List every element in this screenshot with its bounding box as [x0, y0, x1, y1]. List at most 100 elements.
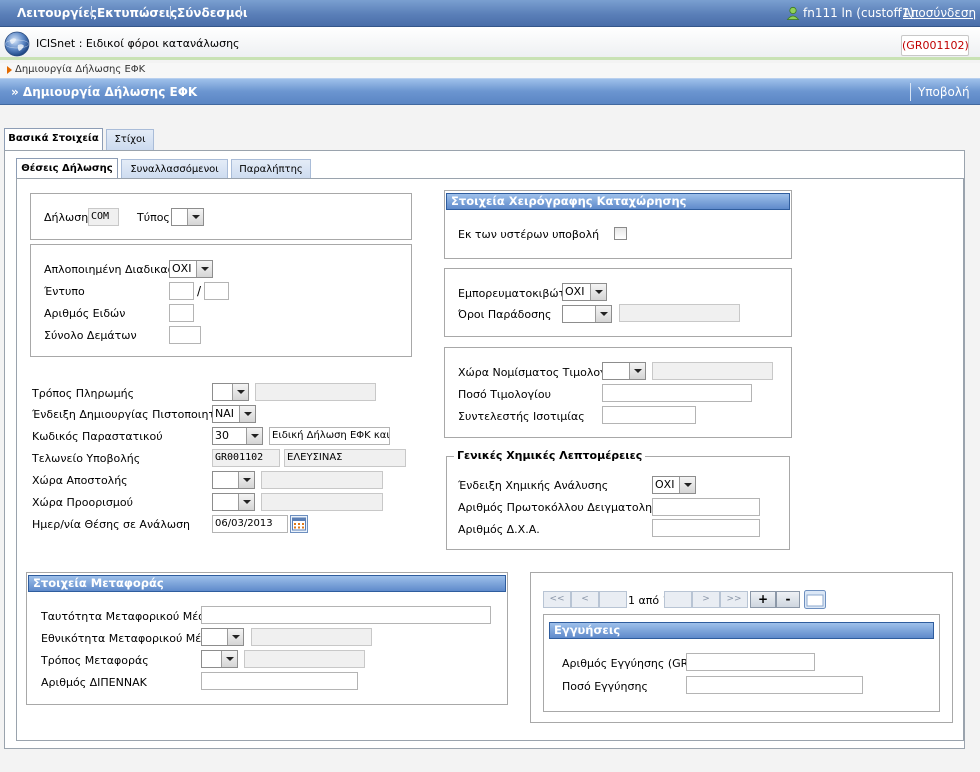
breadcrumb-item[interactable]: Δημιουργία Δήλωσης ΕΦΚ: [15, 64, 145, 75]
dispatch-country-select[interactable]: [212, 471, 255, 489]
declaration-field[interactable]: COM: [88, 208, 119, 226]
delivery-terms-label: Όροι Παράδοσης: [458, 308, 552, 321]
top-menu-bar: Λειτουργίες Εκτυπώσεις Σύνδεσμοι fn111 l…: [0, 0, 980, 27]
app-header: ICISnet : Ειδικοί φόροι κατανάλωσης (GR0…: [0, 27, 980, 60]
delivery-terms-desc: [619, 304, 740, 322]
type-select[interactable]: [171, 208, 204, 226]
page-title-bar: » Δημιουργία Δήλωσης ΕΦΚ Υποβολή: [0, 78, 980, 105]
pager-next-button[interactable]: >: [692, 591, 720, 608]
pager-last-button[interactable]: >>: [720, 591, 748, 608]
chemical-analysis-label: Ένδειξη Χημικής Ανάλυσης: [458, 479, 609, 492]
customs-office-code[interactable]: GR001102: [212, 449, 280, 467]
transport-mode-select[interactable]: [201, 650, 238, 668]
destination-country-label: Χώρα Προορισμού: [32, 496, 133, 509]
sampling-protocol-label: Αριθμός Πρωτοκόλλου Δειγματοληψίας: [458, 501, 677, 514]
chevron-down-icon: [595, 306, 611, 322]
manual-entry-header: Στοιχεία Χειρόγραφης Καταχώρησης: [446, 193, 790, 210]
pager-first-button[interactable]: <<: [543, 591, 571, 608]
form-label: Έντυπο: [44, 285, 85, 298]
chevron-down-icon: [187, 209, 203, 225]
dxa-number-field[interactable]: [652, 519, 760, 537]
office-code-badge: (GR001102): [901, 35, 969, 56]
consumption-date-label: Ημερ/νία Θέσης σε Ανάλωση: [32, 518, 191, 531]
form-separator: /: [197, 284, 202, 298]
delivery-terms-select[interactable]: [562, 305, 612, 323]
transport-nationality-label: Εθνικότητα Μεταφορικού Μέσου: [41, 632, 222, 645]
guarantee-grn-label: Αριθμός Εγγύησης (GRN): [562, 657, 701, 670]
window-icon[interactable]: [803, 589, 827, 610]
exchange-rate-label: Συντελεστής Ισοτιμίας: [458, 410, 585, 423]
submit-button[interactable]: Υποβολή: [918, 85, 970, 99]
transport-mode-desc: [244, 650, 365, 668]
chevron-down-icon: [232, 384, 248, 400]
breadcrumb: Δημιουργία Δήλωσης ΕΦΚ: [0, 63, 980, 78]
simplified-procedure-select[interactable]: ΟΧΙ: [169, 260, 213, 278]
payment-method-label: Τρόπος Πληρωμής: [32, 387, 135, 400]
breadcrumb-arrow-icon: [7, 66, 12, 74]
user-name: fn111 ln (custoff1): [803, 6, 915, 20]
tab-basic-info[interactable]: Βασικά Στοιχεία: [4, 128, 103, 151]
menu-operations[interactable]: Λειτουργίες: [17, 6, 97, 20]
transport-nationality-select[interactable]: [201, 628, 244, 646]
chevron-down-icon: [238, 472, 254, 488]
title-divider: [910, 83, 911, 101]
commerce-group: [444, 268, 792, 337]
transport-header: Στοιχεία Μεταφοράς: [28, 575, 506, 592]
tab-consignee[interactable]: Παραλήπτης: [231, 159, 311, 180]
customs-office-name: ΕΛΕΥΣΙΝΑΣ: [284, 449, 406, 467]
simplified-procedure-label: Απλοποιημένη Διαδικασία: [44, 263, 186, 276]
container-select[interactable]: ΟΧΙ: [562, 283, 607, 301]
transport-mode-label: Τρόπος Μεταφοράς: [41, 654, 149, 667]
guarantee-amount-field[interactable]: [686, 676, 863, 694]
invoice-currency-country-desc: [652, 362, 773, 380]
invoice-amount-field[interactable]: [602, 384, 752, 402]
chevron-down-icon: [629, 363, 645, 379]
guarantee-grn-field[interactable]: [686, 653, 815, 671]
dipennak-field[interactable]: [201, 672, 358, 690]
customs-office-label: Τελωνείο Υποβολής: [32, 452, 141, 465]
user-icon: [786, 6, 800, 20]
certificates-select[interactable]: ΝΑΙ: [212, 405, 256, 423]
dxa-number-label: Αριθμός Δ.Χ.Α.: [458, 523, 540, 536]
transport-identity-field[interactable]: [201, 606, 491, 624]
document-code-desc: Ειδική Δήλωση ΕΦΚ και Α: [269, 427, 390, 445]
tab-lines[interactable]: Στίχοι: [106, 129, 154, 150]
form-field-1[interactable]: [169, 282, 194, 300]
invoice-currency-country-label: Χώρα Νομίσματος Τιμολογίου: [458, 366, 624, 379]
late-submission-label: Εκ των υστέρων υποβολή: [458, 228, 600, 241]
certificates-label: Ένδειξη Δημιουργίας Πιστοποιητικών: [32, 408, 241, 421]
transport-nationality-desc: [251, 628, 372, 646]
dispatch-country-desc: [261, 471, 383, 489]
exchange-rate-field[interactable]: [602, 406, 696, 424]
declaration-label: Δήλωση: [44, 211, 89, 224]
remove-row-button[interactable]: -: [776, 591, 800, 608]
late-submission-checkbox[interactable]: [614, 227, 627, 240]
logout-link[interactable]: Αποσύνδεση: [903, 6, 976, 20]
packages-total-label: Σύνολο Δεμάτων: [44, 329, 137, 342]
menu-links[interactable]: Σύνδεσμοι: [177, 6, 248, 20]
payment-method-select[interactable]: [212, 383, 249, 401]
destination-country-select[interactable]: [212, 493, 255, 511]
items-count-field[interactable]: [169, 304, 194, 322]
form-field-2[interactable]: [204, 282, 229, 300]
add-row-button[interactable]: +: [750, 591, 776, 608]
invoice-amount-label: Ποσό Τιμολογίου: [458, 388, 551, 401]
packages-total-field[interactable]: [169, 326, 201, 344]
tab-traders[interactable]: Συναλλασσόμενοι: [121, 159, 228, 180]
menu-separator: [170, 6, 171, 19]
invoice-currency-country-select[interactable]: [602, 362, 646, 380]
guarantee-amount-label: Ποσό Εγγύησης: [562, 680, 648, 693]
sampling-protocol-field[interactable]: [652, 498, 760, 516]
menu-separator: [91, 6, 92, 19]
payment-method-desc: [255, 383, 376, 401]
menu-separator: [240, 6, 241, 19]
consumption-date-field[interactable]: 06/03/2013: [212, 515, 288, 533]
type-label: Τύπος: [137, 211, 170, 224]
chemical-analysis-select[interactable]: ΟΧΙ: [652, 476, 696, 494]
document-code-select[interactable]: 30: [212, 427, 263, 445]
dispatch-country-label: Χώρα Αποστολής: [32, 474, 128, 487]
calendar-icon[interactable]: [290, 515, 308, 533]
pager-prev-button[interactable]: <: [571, 591, 599, 608]
globe-logo-icon: [4, 31, 30, 57]
menu-prints[interactable]: Εκτυπώσεις: [97, 6, 177, 20]
